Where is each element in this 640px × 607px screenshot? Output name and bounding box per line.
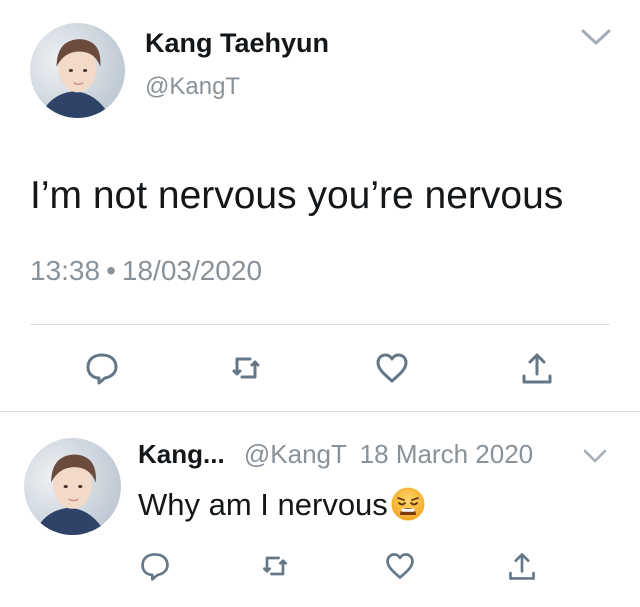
like-icon[interactable] — [374, 350, 410, 386]
chevron-down-icon[interactable] — [582, 447, 608, 465]
avatar[interactable] — [24, 438, 121, 535]
author-handle[interactable]: @KangT — [244, 439, 347, 469]
tweet-timestamp[interactable]: 13:38 • 18/03/2020 — [30, 255, 262, 287]
tweet-date: 18/03/2020 — [121, 255, 263, 286]
retweet-icon[interactable] — [228, 350, 264, 386]
reply-icon[interactable] — [84, 350, 120, 386]
avatar[interactable] — [30, 23, 125, 118]
reply-text-content: Why am I nervous — [138, 487, 388, 522]
author-name[interactable]: Kang... — [138, 439, 225, 469]
like-icon[interactable] — [384, 550, 416, 582]
divider — [0, 411, 640, 412]
divider — [30, 324, 610, 325]
author-name[interactable]: Kang Taehyun — [145, 28, 329, 59]
share-icon[interactable] — [519, 350, 555, 386]
tweet-time: 13:38 — [30, 255, 101, 286]
tweet-date[interactable]: 18 March 2020 — [360, 439, 533, 469]
tweet-text: I’m not nervous you’re nervous — [30, 174, 564, 217]
reply-header: Kang... @KangT 18 March 2020 — [138, 439, 533, 470]
share-icon[interactable] — [506, 550, 538, 582]
retweet-icon[interactable] — [259, 550, 291, 582]
author-handle[interactable]: @KangT — [145, 73, 240, 101]
weary-face-icon — [391, 487, 425, 521]
separator-dot: • — [106, 255, 116, 286]
chevron-down-icon[interactable] — [580, 26, 612, 48]
tweet-text: Why am I nervous — [138, 487, 426, 523]
reply-icon[interactable] — [139, 550, 171, 582]
